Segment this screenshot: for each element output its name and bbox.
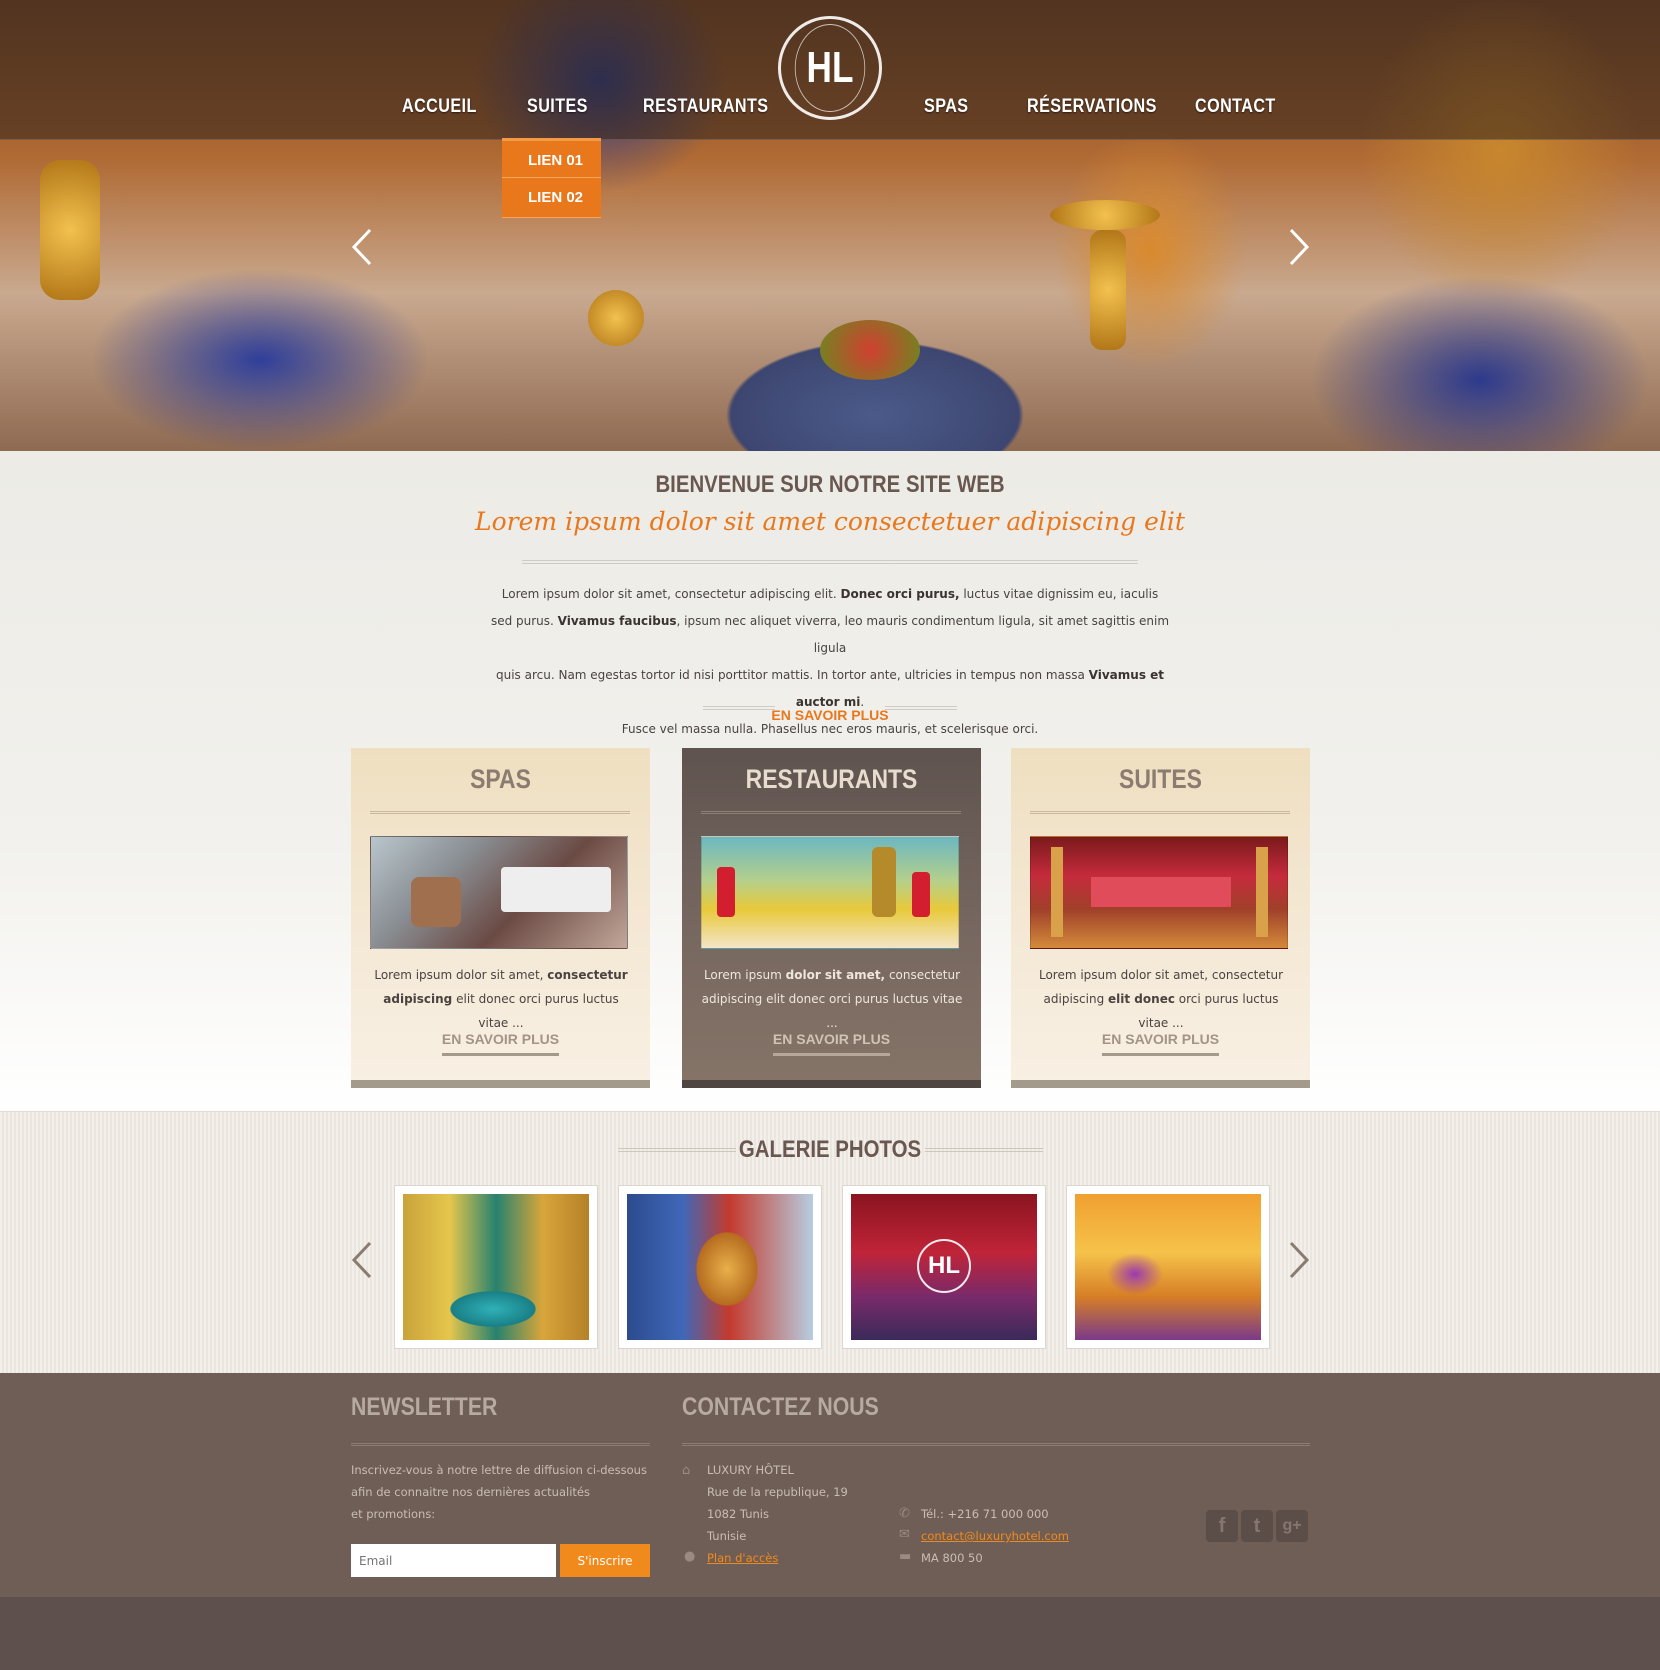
gallery-next-button[interactable] [1283,1240,1313,1280]
gallery-prev-button[interactable] [348,1240,378,1280]
divider [351,1443,650,1446]
card-text: Lorem ipsum dolor sit amet, consectetur … [1038,968,1284,1030]
nav-suites[interactable]: SUITES [527,96,588,118]
paragraph-line: Lorem ipsum dolor sit amet, consectetur … [501,587,1159,601]
card-title: RESTAURANTS [745,764,918,794]
nav-contact[interactable]: CONTACT [1195,96,1276,118]
card-spas: SPAS Lorem ipsum dolor sit amet, consect… [351,748,650,1088]
newsletter-text: Inscrivez-vous à notre lettre de diffusi… [351,1463,647,1521]
twitter-icon[interactable]: t [1241,1510,1273,1542]
newsletter-email-input[interactable] [351,1544,556,1577]
slider-next-button[interactable] [1283,227,1313,267]
card-text: Lorem ipsum dolor sit amet, consectetur … [374,968,628,1030]
read-more-link[interactable]: EN SAVOIR PLUS [0,707,1660,723]
divider [682,1443,1310,1446]
nav-accueil[interactable]: ACCUEIL [402,96,477,118]
card-read-more[interactable]: EN SAVOIR PLUS [1011,1031,1310,1056]
card-restaurants: RESTAURANTS Lorem ipsum dolor sit amet, … [682,748,981,1088]
gallery-photo [1075,1194,1261,1340]
chevron-right-icon [1289,1241,1310,1279]
card-read-more[interactable]: EN SAVOIR PLUS [351,1031,650,1056]
paragraph-line: sed purus. Vivamus faucibus, ipsum nec a… [490,614,1170,655]
card-title: SPAS [470,764,531,794]
dropdown-link-02[interactable]: LIEN 02 [502,178,601,218]
gallery-title: GALERIE PHOTOS [738,1136,922,1163]
facebook-icon[interactable]: f [1206,1510,1238,1542]
card-bottom-bar [351,1080,650,1088]
divider [1030,811,1290,814]
contact-email-wrapper: contact@luxuryhotel.com [921,1525,1069,1547]
hero-slider: ACCUEIL SUITES RESTAURANTS SPAS RÉSERVAT… [0,0,1660,451]
logo-text: HL [794,24,866,112]
gallery-photo [403,1194,589,1340]
map-link[interactable]: Plan d'accès [707,1551,778,1565]
divider [701,811,961,814]
card-image-spa [370,836,628,949]
google-plus-icon[interactable]: g+ [1276,1510,1308,1542]
gallery-thumb[interactable]: HL [842,1185,1046,1349]
gallery-thumb[interactable] [394,1185,598,1349]
footer-bottom-bar [0,1597,1660,1670]
site-footer: NEWSLETTER Inscrivez-vous à notre lettre… [0,1373,1660,1597]
chevron-left-icon [351,228,372,266]
welcome-section: BIENVENUE SUR NOTRE SITE WEB Lorem ipsum… [0,451,1660,1111]
hl-badge: HL [917,1239,971,1293]
contact-address: LUXURY HÔTEL Rue de la republique, 19 10… [707,1463,848,1543]
photo-gallery: GALERIE PHOTOS HL [0,1111,1660,1373]
card-bottom-bar [1011,1080,1310,1088]
newsletter-title: NEWSLETTER [351,1393,498,1421]
gallery-thumb[interactable] [618,1185,822,1349]
card-text: Lorem ipsum dolor sit amet, consectetur … [701,968,963,1030]
suites-dropdown: LIEN 01 LIEN 02 [502,138,601,218]
chevron-left-icon [351,1241,372,1279]
card-image-suite [1030,836,1288,949]
nav-restaurants[interactable]: RESTAURANTS [643,96,769,118]
divider [370,811,630,814]
contact-phone: Tél.: +216 71 000 000 [921,1507,1049,1521]
nav-reservations[interactable]: RÉSERVATIONS [1027,96,1157,118]
contact-fax: MA 800 50 [921,1551,983,1565]
contact-email-link[interactable]: contact@luxuryhotel.com [921,1529,1069,1543]
card-suites: SUITES Lorem ipsum dolor sit amet, conse… [1011,748,1310,1088]
home-icon: ⌂ [682,1463,691,1478]
phone-icon: ✆ [899,1506,910,1521]
gallery-thumb[interactable] [1066,1185,1270,1349]
nav-spas[interactable]: SPAS [924,96,968,118]
card-image-restaurant [701,836,959,949]
map-link-wrapper: Plan d'accès [707,1547,778,1569]
map-pin-icon: ● [684,1549,696,1564]
fax-icon: ▬ [899,1549,912,1564]
welcome-subtitle: Lorem ipsum dolor sit amet consectetuer … [475,507,1185,536]
gallery-photo [627,1194,813,1340]
mail-icon: ✉ [899,1527,910,1542]
welcome-title: BIENVENUE SUR NOTRE SITE WEB [655,471,1005,498]
card-bottom-bar [682,1080,981,1088]
dropdown-link-01[interactable]: LIEN 01 [502,138,601,178]
card-read-more[interactable]: EN SAVOIR PLUS [682,1031,981,1056]
site-logo[interactable]: HL [778,16,882,120]
slider-prev-button[interactable] [348,227,378,267]
subscribe-button[interactable]: S'inscrire [560,1544,650,1577]
contact-title: CONTACTEZ NOUS [682,1393,879,1421]
chevron-right-icon [1289,228,1310,266]
divider [522,560,1138,564]
card-title: SUITES [1119,764,1202,794]
